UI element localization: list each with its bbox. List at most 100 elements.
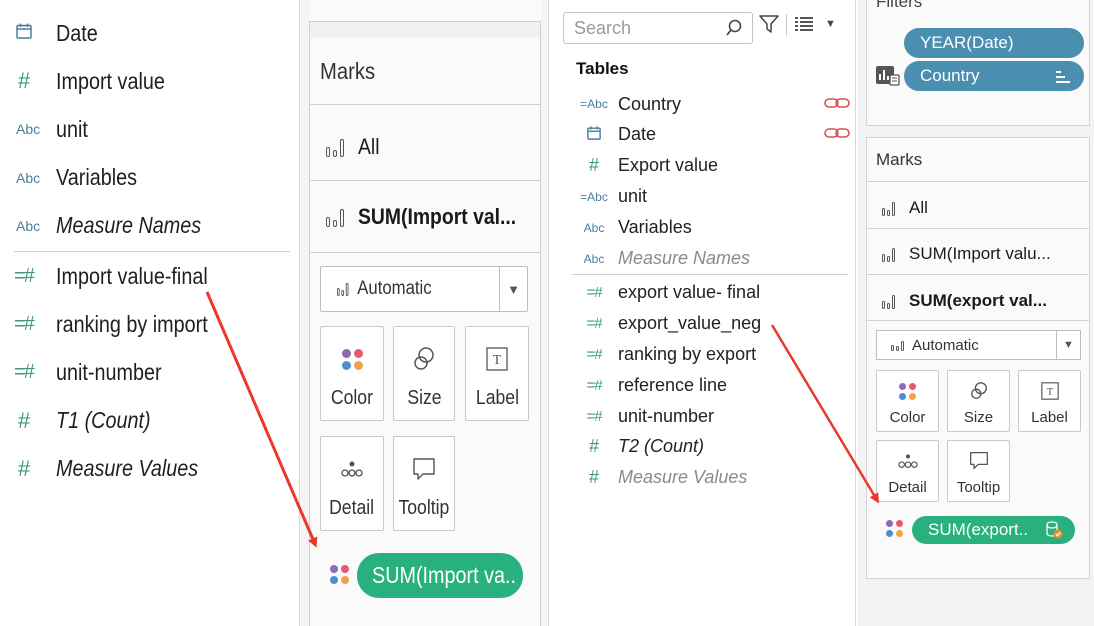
data-field-item[interactable]: =# unit-number	[570, 401, 850, 431]
tile-label: Size	[406, 387, 442, 409]
search-icon[interactable]	[726, 19, 742, 42]
svg-text:T: T	[1046, 387, 1053, 398]
divider	[309, 104, 541, 105]
data-field-item[interactable]: Abc Measure Names	[570, 244, 850, 274]
data-field-item[interactable]: Abc Variables	[570, 213, 850, 243]
marks-shelf-sum-import[interactable]: SUM(Import valu...	[882, 244, 1051, 264]
panel-divider	[855, 0, 856, 626]
calculated-number-icon: =#	[586, 407, 602, 425]
data-field-label: Country	[618, 93, 682, 114]
pill-label: SUM(Import va..	[372, 562, 516, 588]
search-box[interactable]	[563, 12, 753, 44]
tooltip-button[interactable]: Tooltip	[947, 440, 1010, 502]
tables-heading: Tables	[576, 59, 629, 78]
context-filter-icon	[876, 64, 900, 91]
marks-shelf-sum-import[interactable]: SUM(Import val...	[326, 204, 538, 230]
data-field-item[interactable]: =# ranking by export	[570, 339, 850, 369]
data-field-item[interactable]: =# export value- final	[570, 277, 850, 307]
detail-button[interactable]: Detail	[320, 436, 384, 531]
data-field-label: Date	[618, 124, 657, 145]
filter-icon[interactable]	[759, 14, 779, 34]
data-field-item[interactable]: =# reference line	[570, 370, 850, 400]
size-button[interactable]: Size	[393, 326, 455, 421]
marks-title: Marks	[876, 150, 923, 169]
toolbar-divider	[786, 14, 787, 36]
calculated-number-icon: =#	[586, 314, 602, 332]
field-item[interactable]: # Measure Values	[0, 451, 290, 487]
pill-label: SUM(export..	[928, 520, 1029, 539]
color-field-pill[interactable]: SUM(export..	[912, 516, 1075, 544]
marks-title: Marks	[320, 58, 376, 84]
number-icon: #	[588, 436, 599, 457]
color-field-pill[interactable]: SUM(Import va..	[357, 553, 523, 598]
speech-bubble-icon	[969, 449, 989, 473]
data-field-item[interactable]: # Export value	[570, 151, 850, 181]
mark-type-dropdown[interactable]: Automatic ▼	[876, 330, 1081, 360]
marks-shelf-all[interactable]: All	[882, 198, 928, 218]
bar-chart-icon	[882, 201, 895, 216]
field-item[interactable]: =# ranking by import	[0, 306, 290, 342]
color-button[interactable]: Color	[320, 326, 384, 421]
data-field-label: export_value_neg	[618, 312, 762, 333]
text-label-icon: T	[1040, 379, 1059, 403]
data-field-item[interactable]: =Abc Country	[570, 89, 850, 119]
tile-label: Tooltip	[956, 479, 1001, 496]
calendar-icon	[0, 23, 56, 44]
marks-shelf-all[interactable]: All	[326, 134, 382, 160]
data-field-label: unit	[618, 186, 648, 207]
field-item[interactable]: Abc unit	[0, 111, 290, 147]
field-item[interactable]: # T1 (Count)	[0, 403, 290, 439]
field-item[interactable]: # Import value	[0, 63, 290, 99]
data-field-item[interactable]: # Measure Values	[570, 463, 850, 493]
field-item[interactable]: Abc Measure Names	[0, 208, 290, 244]
chevron-down-icon[interactable]: ▼	[825, 18, 836, 30]
sort-icon[interactable]	[1056, 69, 1070, 89]
label-button[interactable]: T Label	[1018, 370, 1081, 432]
marks-shelf-label: SUM(export val...	[909, 291, 1047, 310]
detail-button[interactable]: Detail	[876, 440, 939, 502]
number-icon: #	[18, 455, 31, 481]
marks-shelf-sum-export[interactable]: SUM(export val...	[882, 291, 1047, 311]
size-button[interactable]: Size	[947, 370, 1010, 432]
mark-type-dropdown[interactable]: Automatic ▼	[320, 266, 528, 312]
divider	[866, 228, 1090, 229]
color-dots-icon	[341, 348, 363, 370]
data-field-label: ranking by export	[618, 343, 757, 364]
data-field-item[interactable]: =# export_value_neg	[570, 308, 850, 338]
color-dots-icon	[899, 382, 916, 400]
marks-card-left	[309, 0, 541, 626]
tooltip-button[interactable]: Tooltip	[393, 436, 455, 531]
filter-pill-country[interactable]: Country	[904, 61, 1084, 91]
data-field-item[interactable]: =Abc unit	[570, 182, 850, 212]
tile-label: Detail	[888, 479, 927, 496]
chevron-down-icon[interactable]: ▼	[1056, 331, 1080, 359]
string-icon: Abc	[583, 251, 605, 266]
text-label-icon: T	[486, 341, 508, 377]
calculated-number-icon: =#	[586, 345, 602, 363]
field-item[interactable]: Abc Variables	[0, 160, 290, 196]
calculated-number-icon: =#	[14, 264, 35, 287]
filter-pill-year-date[interactable]: YEAR(Date)	[904, 28, 1084, 58]
tile-label: Label	[1031, 409, 1068, 426]
panel-gap	[309, 22, 541, 38]
search-input[interactable]	[574, 17, 724, 39]
mark-type-value: Automatic	[357, 278, 432, 299]
field-item[interactable]: Date	[0, 15, 290, 51]
color-button[interactable]: Color	[876, 370, 939, 432]
relationship-link-icon	[824, 96, 850, 113]
data-field-item[interactable]: Date	[570, 120, 850, 150]
label-button[interactable]: T Label	[465, 326, 529, 421]
calculated-number-icon: =#	[14, 360, 35, 383]
tile-label: Color	[889, 409, 926, 426]
string-icon: Abc	[583, 220, 605, 235]
field-item[interactable]: =# Import value-final	[0, 258, 290, 294]
chevron-down-icon[interactable]: ▼	[499, 267, 527, 311]
data-field-item[interactable]: # T2 (Count)	[570, 432, 850, 462]
field-item[interactable]: =# unit-number	[0, 354, 290, 390]
number-icon: #	[588, 155, 599, 176]
marks-shelf-label: All	[358, 134, 380, 159]
number-icon: #	[588, 467, 599, 488]
view-list-icon[interactable]	[795, 17, 813, 31]
filter-pill-label: YEAR(Date)	[920, 33, 1014, 52]
field-label: Variables	[56, 164, 138, 191]
